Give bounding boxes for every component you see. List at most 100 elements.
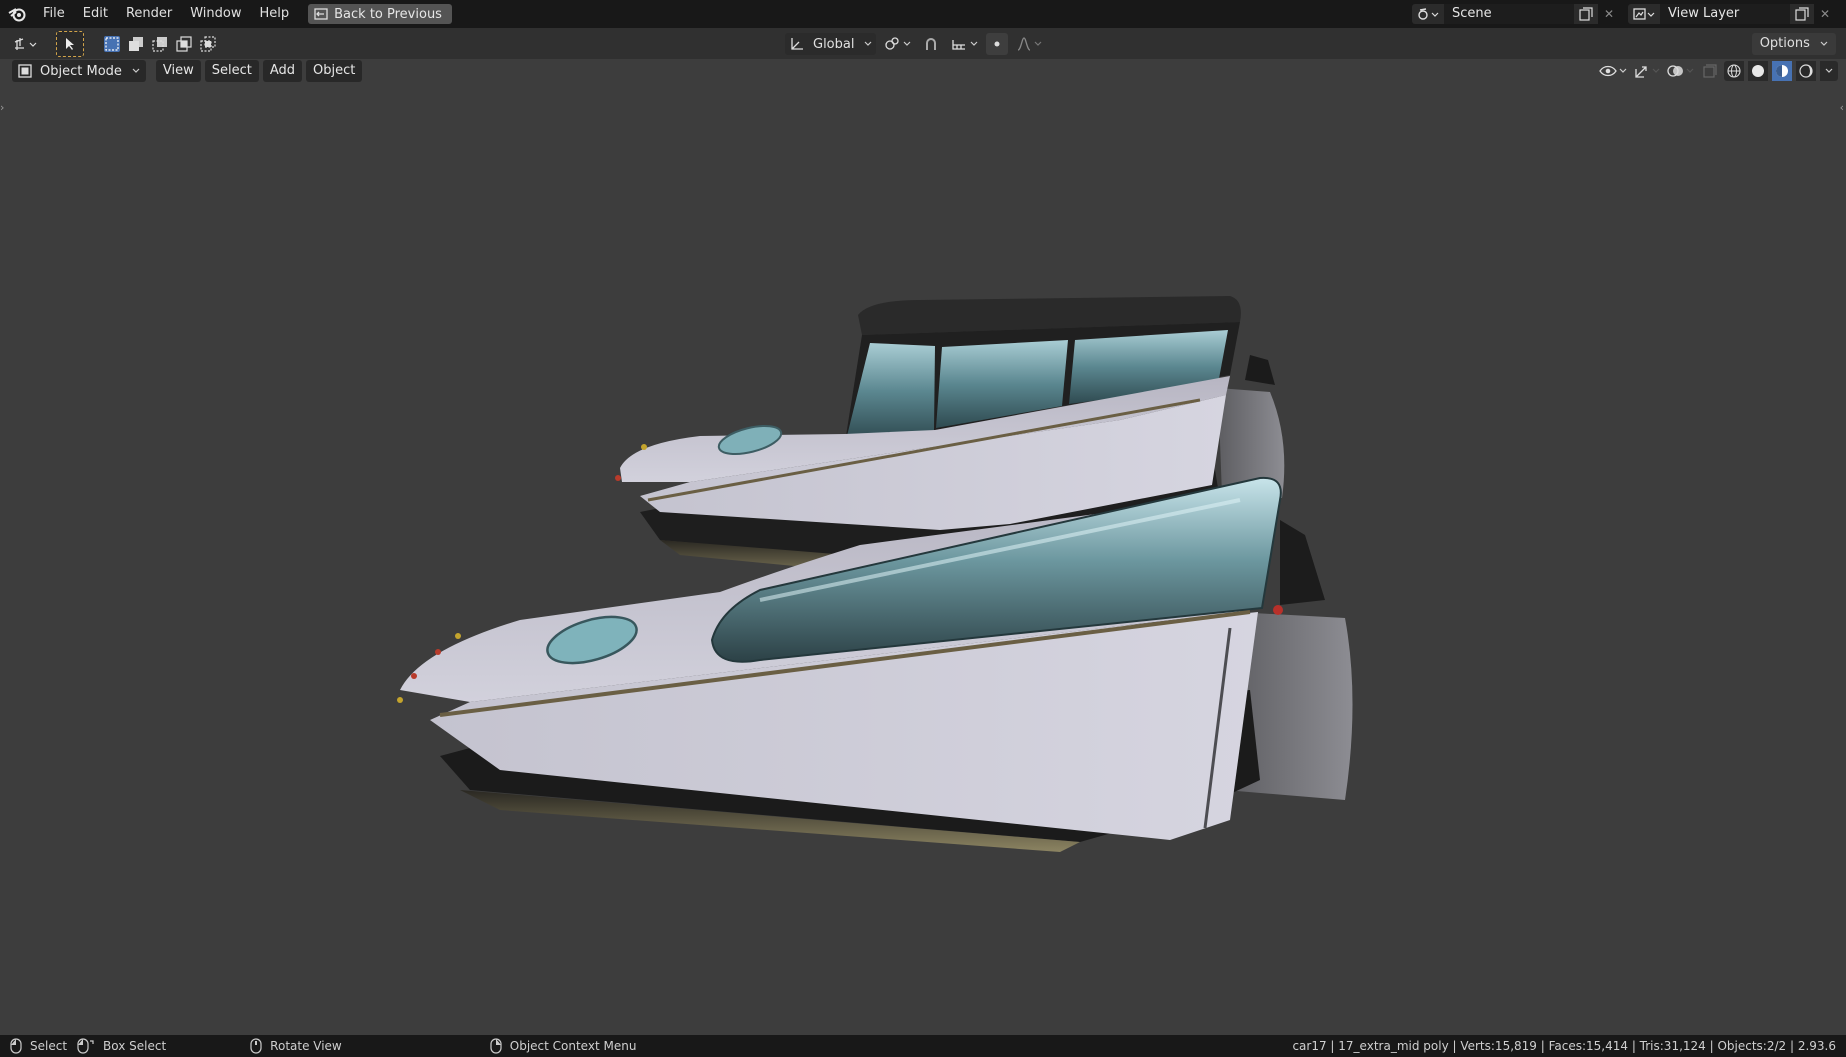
scene-name-field[interactable]: Scene [1444,4,1574,24]
blender-logo-icon[interactable] [0,0,34,28]
snap-increment-icon [952,40,966,50]
menu-window[interactable]: Window [181,0,250,28]
menu-file[interactable]: File [34,0,74,28]
car-model-render[interactable] [0,83,1846,1035]
status-box-select-hint: Box Select [77,1038,166,1054]
select-subtract-icon[interactable] [152,36,168,52]
mouse-middle-icon [250,1038,262,1054]
duplicate-icon [1795,7,1809,21]
viewport-header: Object Mode View Select Add Object [0,59,1846,83]
interaction-mode-label: Object Mode [40,63,122,79]
gizmo-icon [1635,66,1660,78]
options-label: Options [1759,36,1810,51]
scene-browse-button[interactable] [1412,4,1444,24]
status-rotate-view-label: Rotate View [270,1039,342,1053]
mouse-drag-icon [77,1038,94,1054]
scene-selector: Scene ✕ [1412,4,1620,24]
viewport-menu-add[interactable]: Add [262,60,303,82]
solid-sphere-icon [1752,65,1764,77]
rendered-shading-button[interactable] [1796,61,1816,81]
xray-icon [1703,64,1717,78]
editor-type-button[interactable] [10,33,42,55]
wireframe-sphere-icon [1727,64,1741,78]
mouse-left-icon [10,1038,22,1054]
solid-shading-button[interactable] [1748,61,1768,81]
snap-target-dropdown[interactable] [947,33,982,55]
chevron-down-icon [971,41,978,46]
chevron-down-icon [904,41,911,46]
tool-header: Global Options [0,28,1846,59]
magnet-icon [926,38,937,50]
orientation-axes-icon [791,38,803,50]
new-view-layer-button[interactable] [1790,4,1814,24]
mouse-right-icon [490,1038,502,1054]
status-rotate-view-hint: Rotate View [250,1038,342,1054]
chevron-down-icon [1035,41,1042,46]
cursor-arrow-icon [66,37,74,50]
delete-scene-icon[interactable]: ✕ [1598,4,1620,24]
overlays-icon [1667,65,1694,77]
viewport-menu-view[interactable]: View [155,60,201,82]
object-mode-icon [18,64,32,78]
pivot-point-dropdown[interactable] [880,33,915,55]
wireframe-shading-button[interactable] [1724,61,1744,81]
scene-statistics: car17 | 17_extra_mid poly | Verts:15,819… [1292,1039,1836,1053]
options-dropdown[interactable]: Options [1751,33,1836,55]
menu-render[interactable]: Render [117,0,181,28]
scene-icon [1418,8,1439,20]
status-box-select-label: Box Select [103,1039,167,1053]
interaction-mode-dropdown[interactable]: Object Mode [12,60,146,82]
material-preview-shading-button[interactable] [1772,61,1792,81]
eye-icon [1599,65,1627,77]
select-extend-icon[interactable] [128,36,144,52]
3d-viewport[interactable]: › ‹ [0,83,1846,1035]
selectability-visibility-dropdown[interactable] [1598,61,1628,81]
pivot-link-icon [885,37,900,50]
proportional-dot-icon [994,41,1000,47]
selection-mode-group [100,35,216,52]
render-layers-icon [1633,8,1655,20]
chevron-down-icon [132,68,140,73]
status-context-menu-hint: Object Context Menu [490,1038,637,1054]
shading-options-dropdown[interactable] [1820,61,1838,81]
view-layer-browse-button[interactable] [1628,4,1660,24]
new-scene-button[interactable] [1574,4,1598,24]
viewport-menu-select[interactable]: Select [204,60,259,82]
view-layer-name-field[interactable]: View Layer [1660,4,1790,24]
rendered-sphere-icon [1799,64,1813,78]
view-layer-selector: View Layer ✕ [1628,4,1836,24]
overlays-toggle[interactable] [1666,61,1696,81]
status-context-menu-label: Object Context Menu [509,1039,637,1053]
back-icon [314,8,328,20]
status-select-label: Select [30,1039,68,1053]
3d-viewport-icon [14,37,37,50]
proportional-falloff-dropdown[interactable] [1012,33,1046,55]
select-new-icon[interactable] [104,35,120,52]
back-to-previous-button[interactable]: Back to Previous [308,4,452,24]
gizmo-toggle[interactable] [1632,61,1662,81]
material-sphere-icon [1776,65,1788,77]
chevron-down-icon [865,41,872,46]
delete-view-layer-icon[interactable]: ✕ [1814,4,1836,24]
viewport-menu-object[interactable]: Object [306,60,363,82]
chevron-down-icon [1825,68,1833,73]
chevron-down-icon [1820,41,1828,46]
transform-orientation-dropdown[interactable]: Global [785,33,877,55]
menu-help[interactable]: Help [251,0,299,28]
snap-toggle[interactable] [919,33,943,55]
status-bar: Select Box Select Rotate View Object Con… [0,1035,1846,1057]
viewport-shading-controls [1598,60,1838,82]
duplicate-icon [1579,7,1593,21]
transform-controls: Global [785,33,1046,55]
select-tool-button[interactable] [56,30,84,57]
proportional-editing-toggle[interactable] [986,33,1009,55]
select-intersect-icon[interactable] [200,35,216,52]
top-menu-bar: File Edit Render Window Help Back to Pre… [0,0,1846,28]
xray-toggle[interactable] [1700,61,1720,81]
falloff-curve-icon [1018,37,1031,51]
transform-orientation-label: Global [813,36,855,52]
status-select-hint: Select [10,1038,67,1054]
menu-edit[interactable]: Edit [74,0,117,28]
back-button-label: Back to Previous [334,6,442,22]
select-difference-icon[interactable] [176,35,192,52]
